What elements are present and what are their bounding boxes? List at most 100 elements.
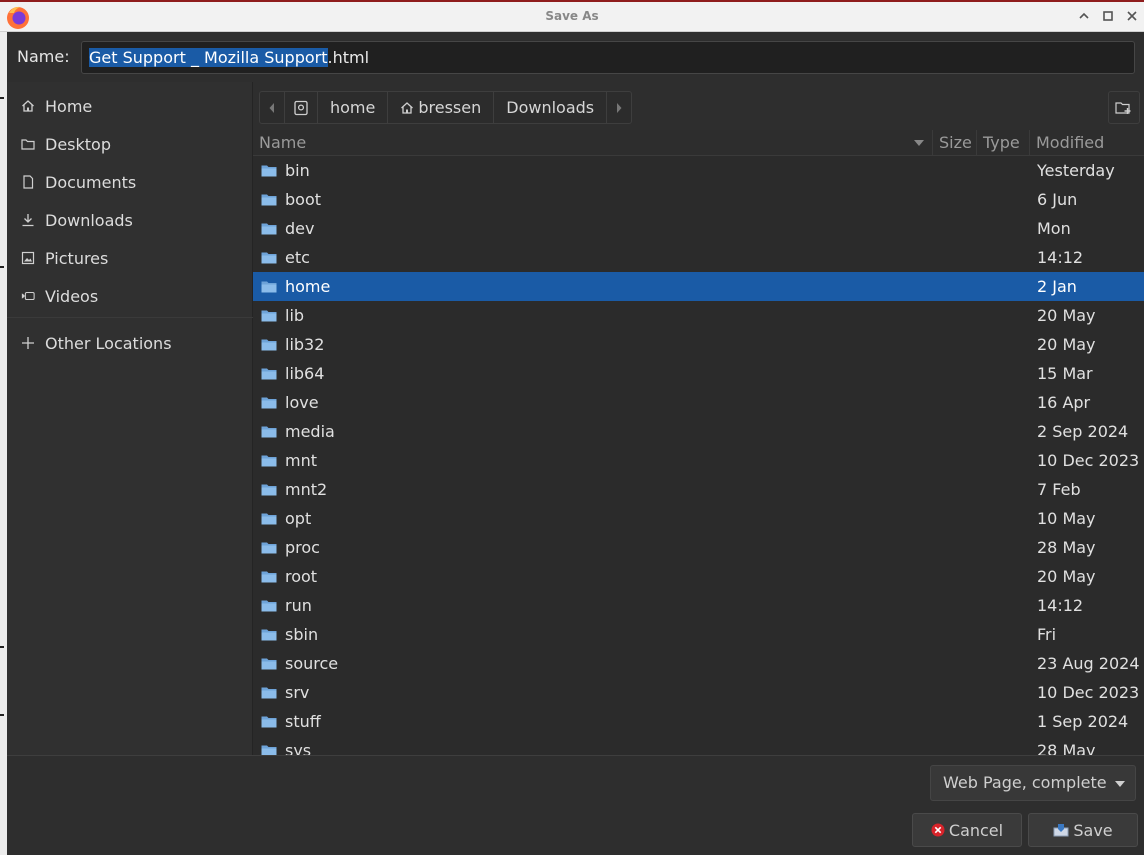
filename-input[interactable]: Get Support _ Mozilla Support.html xyxy=(81,41,1135,74)
file-modified: 10 Dec 2023 xyxy=(1037,683,1140,702)
file-modified: 6 Jun xyxy=(1037,190,1078,209)
table-row[interactable]: opt 10 May xyxy=(253,504,1144,533)
video-icon xyxy=(21,289,35,303)
table-row[interactable]: source 23 Aug 2024 xyxy=(253,649,1144,678)
sidebar-item-documents[interactable]: Documents xyxy=(7,163,253,201)
chevron-down-icon xyxy=(1115,781,1125,787)
folder-icon xyxy=(261,629,277,641)
sidebar-item-label: Pictures xyxy=(45,248,109,268)
file-name: media xyxy=(285,422,335,441)
table-row[interactable]: media 2 Sep 2024 xyxy=(253,417,1144,446)
name-row: Name: Get Support _ Mozilla Support.html xyxy=(7,32,1144,82)
drive-icon xyxy=(294,100,308,115)
file-name: home xyxy=(285,277,331,296)
file-modified: 16 Apr xyxy=(1037,393,1091,412)
table-row[interactable]: bin Yesterday xyxy=(253,156,1144,185)
sidebar-item-pictures[interactable]: Pictures xyxy=(7,239,253,277)
file-name: sbin xyxy=(285,625,319,644)
file-modified: 7 Feb xyxy=(1037,480,1081,499)
save-button[interactable]: Save xyxy=(1028,813,1138,847)
file-modified: 2 Jan xyxy=(1037,277,1077,296)
table-row[interactable]: sbin Fri xyxy=(253,620,1144,649)
sidebar-item-label: Documents xyxy=(45,172,137,192)
sidebar-item-label: Home xyxy=(45,96,93,116)
table-row[interactable]: lib64 15 Mar xyxy=(253,359,1144,388)
table-row[interactable]: run 14:12 xyxy=(253,591,1144,620)
file-modified: Mon xyxy=(1037,219,1071,238)
table-row[interactable]: dev Mon xyxy=(253,214,1144,243)
file-name: root xyxy=(285,567,318,586)
folder-icon xyxy=(261,716,277,728)
file-name: dev xyxy=(285,219,315,238)
table-row[interactable]: mnt 10 Dec 2023 xyxy=(253,446,1144,475)
table-row[interactable]: etc 14:12 xyxy=(253,243,1144,272)
minimize-icon[interactable] xyxy=(1076,7,1092,25)
sidebar-item-videos[interactable]: Videos xyxy=(7,277,253,315)
folder-icon xyxy=(261,513,277,525)
path-root-button[interactable] xyxy=(285,92,318,123)
file-modified: 20 May xyxy=(1037,306,1096,325)
file-modified: 14:12 xyxy=(1037,596,1084,615)
path-segment-home[interactable]: home xyxy=(318,92,389,123)
desktop-edge xyxy=(0,0,7,855)
close-icon[interactable] xyxy=(1124,7,1140,25)
file-name: lib xyxy=(285,306,305,325)
column-header-type[interactable]: Type xyxy=(977,130,1030,156)
list-header: Name Size Type Modified xyxy=(253,130,1144,156)
path-segment-bressen[interactable]: bressen xyxy=(388,92,495,123)
window-title: Save As xyxy=(545,9,599,23)
save-icon xyxy=(1053,824,1069,837)
folder-icon xyxy=(261,339,277,351)
column-header-modified[interactable]: Modified xyxy=(1030,130,1144,156)
folder-icon xyxy=(261,252,277,264)
filetype-select[interactable]: Web Page, complete xyxy=(930,765,1136,801)
folder-icon xyxy=(261,397,277,409)
cancel-button[interactable]: Cancel xyxy=(912,813,1022,847)
table-row[interactable]: lib 20 May xyxy=(253,301,1144,330)
folder-icon xyxy=(21,137,35,151)
file-name: proc xyxy=(285,538,320,557)
column-header-size[interactable]: Size xyxy=(933,130,977,156)
window-titlebar[interactable]: Save As xyxy=(0,0,1144,32)
folder-icon xyxy=(261,658,277,670)
sidebar-item-downloads[interactable]: Downloads xyxy=(7,201,253,239)
folder-icon xyxy=(261,310,277,322)
file-modified: 1 Sep 2024 xyxy=(1037,712,1129,731)
file-name: source xyxy=(285,654,339,673)
chevron-right-icon xyxy=(617,102,622,113)
path-segment-downloads[interactable]: Downloads xyxy=(494,92,608,123)
file-modified: 20 May xyxy=(1037,335,1096,354)
sidebar-item-label: Other Locations xyxy=(45,333,172,353)
column-header-name[interactable]: Name xyxy=(253,130,933,156)
table-row[interactable]: love 16 Apr xyxy=(253,388,1144,417)
table-row[interactable]: boot 6 Jun xyxy=(253,185,1144,214)
sidebar-item-desktop[interactable]: Desktop xyxy=(7,125,253,163)
table-row[interactable]: sys 28 May xyxy=(253,736,1144,755)
path-back-button[interactable] xyxy=(260,92,285,123)
table-row[interactable]: srv 10 Dec 2023 xyxy=(253,678,1144,707)
table-row[interactable]: lib32 20 May xyxy=(253,330,1144,359)
filename-selected-text: Get Support _ Mozilla Support xyxy=(89,48,328,67)
path-forward-button[interactable] xyxy=(607,92,631,123)
table-row[interactable]: home 2 Jan xyxy=(253,272,1144,301)
sidebar-item-home[interactable]: Home xyxy=(7,87,253,125)
folder-icon xyxy=(261,484,277,496)
file-list[interactable]: Name Size Type Modified bin Yesterday boot… xyxy=(253,130,1144,755)
dialog-footer: Web Page, complete Cancel Save xyxy=(7,755,1144,855)
document-icon xyxy=(21,175,35,189)
table-row[interactable]: mnt2 7 Feb xyxy=(253,475,1144,504)
file-name: stuff xyxy=(285,712,321,731)
table-row[interactable]: proc 28 May xyxy=(253,533,1144,562)
new-folder-button[interactable] xyxy=(1108,91,1140,124)
file-name: mnt xyxy=(285,451,317,470)
table-row[interactable]: root 20 May xyxy=(253,562,1144,591)
table-row[interactable]: stuff 1 Sep 2024 xyxy=(253,707,1144,736)
folder-icon xyxy=(261,687,277,699)
maximize-icon[interactable] xyxy=(1100,7,1116,25)
folder-icon xyxy=(261,455,277,467)
file-name: boot xyxy=(285,190,322,209)
file-modified: Fri xyxy=(1037,625,1057,644)
folder-icon xyxy=(261,426,277,438)
file-modified: 23 Aug 2024 xyxy=(1037,654,1140,673)
sidebar-item-other-locations[interactable]: Other Locations xyxy=(7,324,253,362)
